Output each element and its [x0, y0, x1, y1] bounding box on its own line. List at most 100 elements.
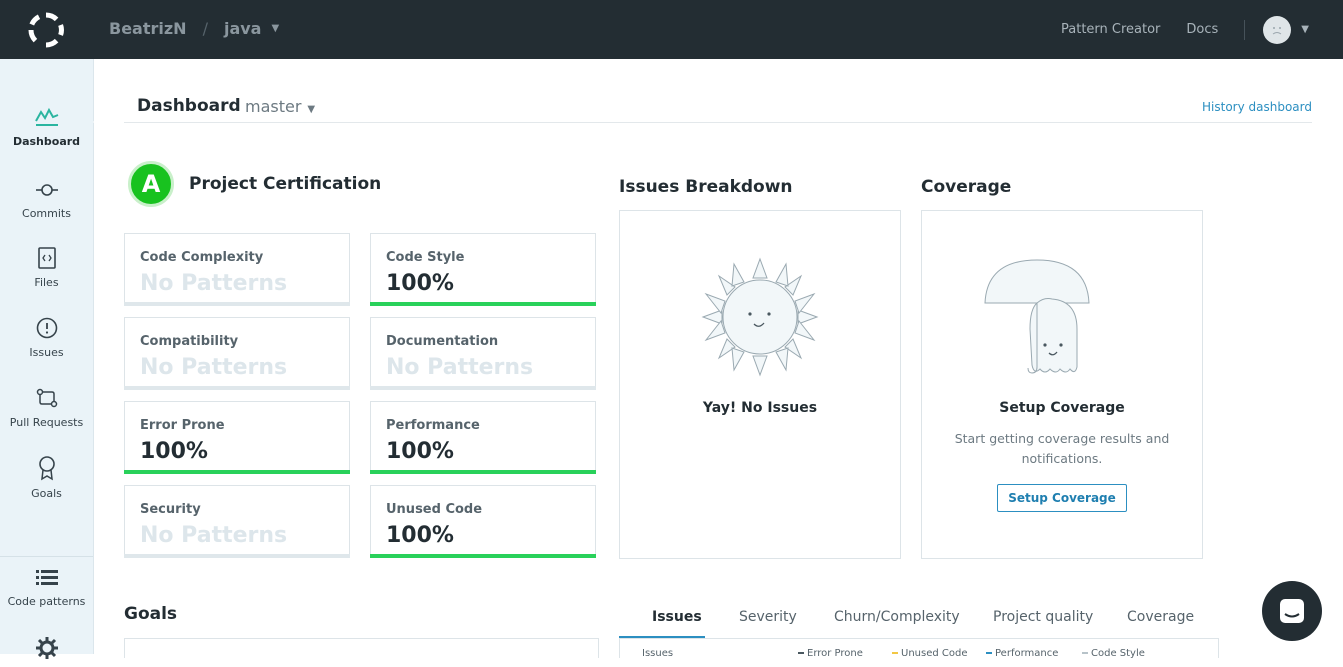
- goals-panel: [124, 638, 599, 658]
- goals-title: Goals: [124, 604, 178, 624]
- metric-card[interactable]: Performance 100%: [370, 401, 596, 474]
- breadcrumb: BeatrizN / java ▼: [109, 19, 279, 38]
- breadcrumb-repo[interactable]: java: [224, 19, 262, 38]
- list-icon: [35, 570, 58, 585]
- coverage-panel: Setup Coverage Start getting coverage re…: [921, 210, 1203, 559]
- metric-card[interactable]: Security No Patterns: [124, 485, 350, 558]
- top-links: Pattern Creator Docs ▼: [1061, 0, 1343, 59]
- branch-selector[interactable]: master ▼: [245, 97, 315, 116]
- metric-progress-fill: [370, 302, 596, 306]
- metric-progress-bar: [124, 386, 350, 390]
- metric-value: 100%: [386, 271, 454, 296]
- metric-value: 100%: [386, 439, 454, 464]
- metric-progress-fill: [124, 470, 350, 474]
- sidebar-item-label: Goals: [31, 487, 62, 500]
- metric-progress-bar: [370, 554, 596, 558]
- metric-progress-bar: [124, 302, 350, 306]
- breadcrumb-separator: /: [202, 19, 208, 38]
- sidebar-item-label: Files: [34, 276, 59, 289]
- metric-label: Performance: [386, 418, 480, 433]
- avatar[interactable]: [1263, 15, 1292, 44]
- setup-coverage-button[interactable]: Setup Coverage: [997, 484, 1127, 512]
- chat-launcher-button[interactable]: [1262, 581, 1322, 641]
- metric-progress-bar: [124, 470, 350, 474]
- metric-value: 100%: [386, 523, 454, 548]
- chevron-down-icon[interactable]: ▼: [271, 23, 279, 34]
- goal-ribbon-icon: [38, 456, 55, 481]
- sidebar-item-label: Code patterns: [7, 595, 86, 608]
- sidebar-item-issues[interactable]: Issues: [0, 316, 93, 359]
- sidebar-item-label: Issues: [29, 346, 64, 359]
- page-title: Dashboard: [137, 96, 241, 116]
- metric-progress-bar: [370, 470, 596, 474]
- divider: [0, 556, 93, 557]
- tab-coverage[interactable]: Coverage: [1127, 609, 1194, 625]
- metric-card[interactable]: Code Complexity No Patterns: [124, 233, 350, 306]
- metric-progress-bar: [124, 554, 350, 558]
- metric-progress-bar: [370, 386, 596, 390]
- main-content: Dashboard master ▼ History dashboard A Pr…: [94, 59, 1343, 659]
- issues-breakdown-title: Issues Breakdown: [619, 177, 793, 197]
- breadcrumb-user[interactable]: BeatrizN: [109, 19, 187, 38]
- metric-card[interactable]: Error Prone 100%: [124, 401, 350, 474]
- sidebar-item-label: Dashboard: [12, 135, 81, 148]
- sidebar-item-goals[interactable]: Goals: [0, 455, 93, 500]
- metric-value: No Patterns: [140, 523, 288, 548]
- commit-icon: [35, 184, 58, 196]
- metric-progress-bar: [370, 302, 596, 306]
- sidebar-item-commits[interactable]: Commits: [0, 179, 93, 220]
- chevron-down-icon[interactable]: ▼: [1301, 24, 1309, 35]
- metric-label: Compatibility: [140, 334, 239, 349]
- setup-coverage-heading: Setup Coverage: [999, 400, 1125, 416]
- sun-illustration-icon: [701, 257, 819, 377]
- sidebar-item-pull-requests[interactable]: Pull Requests: [0, 386, 93, 429]
- coverage-description-line2: notifications.: [1021, 451, 1103, 466]
- face-icon: [1272, 26, 1282, 34]
- coverage-title: Coverage: [921, 177, 1012, 197]
- tab-severity[interactable]: Severity: [739, 609, 797, 625]
- codacy-logo-icon[interactable]: [27, 11, 65, 49]
- coverage-description-line1: Start getting coverage results and: [954, 431, 1170, 446]
- metric-progress-fill: [370, 554, 596, 558]
- branch-name: master: [245, 97, 302, 116]
- sidebar-item-files[interactable]: Files: [0, 246, 93, 289]
- umbrella-ghost-illustration-icon: [984, 259, 1090, 374]
- tab-churn-complexity[interactable]: Churn/Complexity: [834, 609, 960, 625]
- metric-label: Code Style: [386, 250, 465, 265]
- metric-label: Documentation: [386, 334, 499, 349]
- chart-tabs: Issues Severity Churn/Complexity Project…: [619, 599, 1219, 639]
- chat-icon: [1280, 599, 1304, 623]
- issues-breakdown-panel: Yay! No Issues: [619, 210, 901, 559]
- metric-label: Unused Code: [386, 502, 483, 517]
- metric-card[interactable]: Code Style 100%: [370, 233, 596, 306]
- history-dashboard-link[interactable]: History dashboard: [1202, 100, 1312, 114]
- pull-request-icon: [36, 388, 57, 408]
- tab-project-quality[interactable]: Project quality: [993, 609, 1093, 625]
- tab-issues[interactable]: Issues: [652, 609, 702, 625]
- exclamation-circle-icon: [36, 317, 57, 339]
- sidebar-item-label: Commits: [22, 207, 71, 220]
- docs-link[interactable]: Docs: [1186, 22, 1218, 37]
- metric-card[interactable]: Unused Code 100%: [370, 485, 596, 558]
- metric-value: No Patterns: [140, 271, 288, 296]
- metric-value: 100%: [140, 439, 208, 464]
- chevron-down-icon: ▼: [307, 104, 316, 115]
- sidebar-item-dashboard[interactable]: Dashboard: [0, 107, 93, 148]
- metric-label: Error Prone: [140, 418, 225, 433]
- metric-card[interactable]: Documentation No Patterns: [370, 317, 596, 390]
- sidebar-item-settings[interactable]: [0, 635, 93, 667]
- metric-value: No Patterns: [386, 355, 534, 380]
- metric-progress-fill: [370, 470, 596, 474]
- metric-value: No Patterns: [140, 355, 288, 380]
- no-issues-message: Yay! No Issues: [702, 400, 818, 416]
- top-navigation-bar: BeatrizN / java ▼ Pattern Creator Docs ▼: [0, 0, 1343, 59]
- dashboard-chart-icon: [34, 107, 58, 126]
- metric-label: Code Complexity: [140, 250, 264, 265]
- dashboard-header: Dashboard master ▼ History dashboard: [124, 89, 1312, 123]
- metric-label: Security: [140, 502, 201, 517]
- metric-card[interactable]: Compatibility No Patterns: [124, 317, 350, 390]
- gear-icon: [35, 637, 58, 659]
- sidebar-item-code-patterns[interactable]: Code patterns: [0, 567, 93, 608]
- sidebar: Dashboard Commits Files Issues Pull Requ…: [0, 59, 100, 659]
- pattern-creator-link[interactable]: Pattern Creator: [1061, 22, 1160, 37]
